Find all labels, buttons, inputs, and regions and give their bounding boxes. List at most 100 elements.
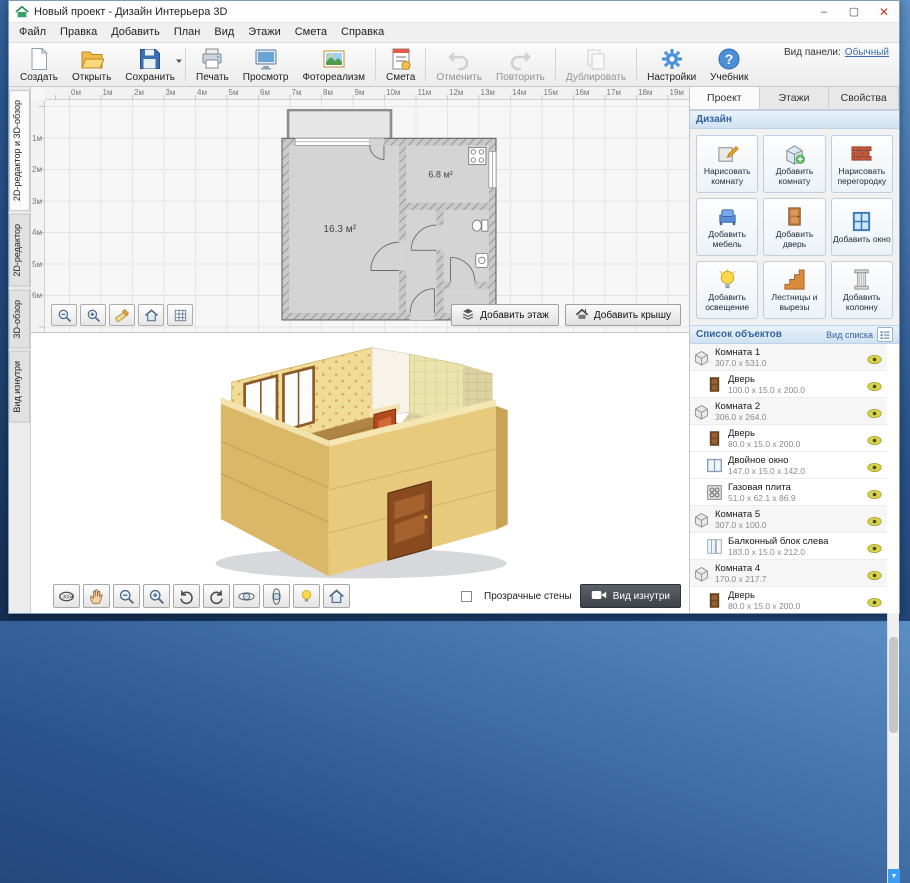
object-row[interactable]: Дверь 80.0 x 15.0 x 200.0: [690, 425, 887, 452]
panel-tab-1[interactable]: Проект: [690, 87, 760, 109]
stairs-button[interactable]: Лестницы и вырезы: [763, 261, 826, 319]
side-tab-1[interactable]: 2D-редактор и 3D-обзор: [9, 90, 30, 212]
toolbar-separator: [185, 48, 186, 81]
orbit-h-button[interactable]: [233, 584, 260, 608]
object-row[interactable]: Балконный блок слева 183.0 x 15.0 x 212.0: [690, 533, 887, 560]
add-light-icon: [716, 268, 739, 291]
grid-button[interactable]: [167, 304, 193, 326]
menu-item-8[interactable]: Справка: [334, 23, 391, 42]
estimate-button[interactable]: Смета: [379, 44, 422, 85]
gear-button[interactable]: Настройки: [640, 44, 703, 85]
orbit-v-button[interactable]: [263, 584, 290, 608]
draw-partition-button[interactable]: Нарисовать перегородку: [830, 135, 893, 193]
save-icon: [138, 47, 162, 71]
dropdown-caret-icon[interactable]: [175, 57, 183, 65]
scrollbar-thumb[interactable]: [889, 637, 898, 733]
viewport-3d[interactable]: 360 Прозрачные стены Вид изнутри: [31, 333, 689, 613]
print-button[interactable]: Печать: [189, 44, 236, 85]
panel-tab-2[interactable]: Этажи: [759, 87, 830, 109]
add-roof-button[interactable]: Добавить крышу: [564, 304, 681, 326]
view-mode-tabs: 2D-редактор и 3D-обзор 2D-редактор 3D-обзо…: [9, 87, 31, 613]
object-row[interactable]: Комната 2 306.0 x 264.0: [690, 398, 887, 425]
help-button[interactable]: ? Учебник: [703, 44, 755, 85]
zoom-in-button[interactable]: [143, 584, 170, 608]
rotate-l-button[interactable]: [173, 584, 200, 608]
close-button[interactable]: ✕: [869, 1, 899, 22]
new-doc-button[interactable]: Создать: [13, 44, 65, 85]
object-row[interactable]: Дверь 80.0 x 15.0 x 200.0: [690, 587, 887, 613]
measure-button[interactable]: [109, 304, 135, 326]
menu-item-1[interactable]: Файл: [12, 23, 53, 42]
photo-button[interactable]: Фотореализм: [295, 44, 372, 85]
door-icon: [706, 592, 723, 609]
view-panel-value-link[interactable]: Обычный: [845, 47, 889, 58]
pan-hand-button[interactable]: [83, 584, 110, 608]
object-row[interactable]: Дверь 100.0 x 15.0 x 200.0: [690, 371, 887, 398]
object-row[interactable]: Комната 5 307.0 x 100.0: [690, 506, 887, 533]
scrollbar-down-arrow-icon[interactable]: ▼: [888, 869, 900, 883]
object-row[interactable]: Газовая плита 51.0 x 62.1 x 86.9: [690, 479, 887, 506]
open-folder-icon: [80, 47, 105, 71]
apartment-3d-render[interactable]: [210, 339, 510, 587]
visibility-eye-icon[interactable]: [867, 595, 882, 607]
editor-2d[interactable]: 1м 2м 3м 4м 5м 6м 0м 1м 2м 3м 4м 5м 6м 7м 8м 9м 10м 11м 1…: [31, 87, 689, 333]
app-logo-icon: [15, 5, 29, 19]
menu-item-4[interactable]: План: [167, 23, 208, 42]
draw-partition-icon: [850, 142, 873, 165]
objects-scrollbar[interactable]: ▼: [887, 613, 900, 883]
add-window-button[interactable]: Добавить окно: [830, 198, 893, 256]
minimize-button[interactable]: –: [809, 1, 839, 22]
home-button[interactable]: [323, 584, 350, 608]
side-tab-3[interactable]: 3D-обзор: [9, 289, 30, 349]
zoom-in-button[interactable]: [80, 304, 106, 326]
menu-item-7[interactable]: Смета: [288, 23, 334, 42]
visibility-eye-icon[interactable]: [867, 487, 882, 499]
stairs-icon: [783, 268, 806, 291]
add-floor-button[interactable]: Добавить этаж: [451, 304, 559, 326]
visibility-eye-icon[interactable]: [867, 568, 882, 580]
menu-item-5[interactable]: Вид: [207, 23, 241, 42]
photo-icon: [322, 47, 346, 71]
object-row[interactable]: Комната 4 170.0 x 217.7: [690, 560, 887, 587]
save-button[interactable]: Сохранить: [118, 44, 182, 85]
bulb-button[interactable]: [293, 584, 320, 608]
zoom-out-button[interactable]: [51, 304, 77, 326]
add-room-button[interactable]: Добавить комнату: [763, 135, 826, 193]
list-view-button[interactable]: [877, 327, 893, 342]
transparent-walls-checkbox[interactable]: [461, 590, 473, 602]
visibility-eye-icon[interactable]: [867, 352, 882, 364]
object-row[interactable]: Двойное окно 147.0 x 15.0 x 142.0: [690, 452, 887, 479]
add-furniture-button[interactable]: Добавить мебель: [696, 198, 759, 256]
add-room-icon: [783, 142, 806, 165]
door-icon: [706, 430, 723, 447]
side-tab-4[interactable]: Вид изнутри: [9, 351, 30, 423]
add-column-button[interactable]: Добавить колонну: [830, 261, 893, 319]
visibility-eye-icon[interactable]: [867, 433, 882, 445]
floor-plan-2d[interactable]: 16.3 м² 6.8 м²: [281, 109, 497, 321]
zoom-out-button[interactable]: [113, 584, 140, 608]
list-view-label: Вид списка: [826, 329, 873, 340]
rotate-r-button[interactable]: [203, 584, 230, 608]
preview-icon: [254, 47, 278, 71]
add-light-button[interactable]: Добавить освещение: [696, 261, 759, 319]
menu-item-3[interactable]: Добавить: [104, 23, 167, 42]
visibility-eye-icon[interactable]: [867, 406, 882, 418]
maximize-button[interactable]: ▢: [839, 1, 869, 22]
draw-room-button[interactable]: Нарисовать комнату: [696, 135, 759, 193]
home-button[interactable]: [138, 304, 164, 326]
visibility-eye-icon[interactable]: [867, 460, 882, 472]
open-folder-button[interactable]: Открыть: [65, 44, 118, 85]
visibility-eye-icon[interactable]: [867, 541, 882, 553]
room-2-area-label: 6.8 м²: [428, 170, 452, 180]
visibility-eye-icon[interactable]: [867, 379, 882, 391]
menu-item-2[interactable]: Правка: [53, 23, 104, 42]
preview-button[interactable]: Просмотр: [236, 44, 296, 85]
menu-item-6[interactable]: Этажи: [241, 23, 287, 42]
panel-tab-3[interactable]: Свойства: [829, 87, 900, 109]
visibility-eye-icon[interactable]: [867, 514, 882, 526]
object-row[interactable]: Комната 1 307.0 x 531.0: [690, 344, 887, 371]
inside-view-button[interactable]: Вид изнутри: [579, 584, 681, 608]
side-tab-2[interactable]: 2D-редактор: [9, 214, 30, 287]
view-360-button[interactable]: 360: [53, 584, 80, 608]
add-door-button[interactable]: Добавить дверь: [763, 198, 826, 256]
